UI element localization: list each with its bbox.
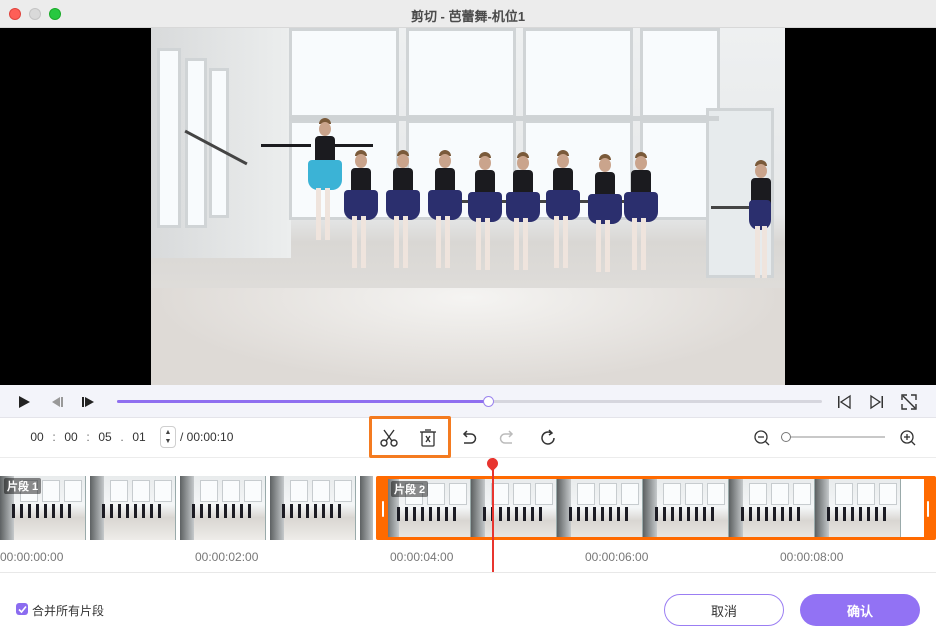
progress-knob[interactable] <box>482 396 494 407</box>
playhead-handle[interactable] <box>484 455 501 472</box>
cancel-button[interactable]: 取消 <box>664 594 784 626</box>
clip-1-label: 片段 1 <box>4 478 42 494</box>
zoom-in-button[interactable] <box>897 427 919 449</box>
progress-slider[interactable] <box>117 396 822 407</box>
timecode-hours[interactable]: 00 <box>27 430 47 444</box>
zoom-slider-knob[interactable] <box>781 432 791 442</box>
redo-button[interactable] <box>497 427 519 449</box>
total-duration: / 00:00:10 <box>180 430 234 444</box>
jump-to-end-button[interactable] <box>868 393 886 411</box>
clip-2-left-handle[interactable] <box>379 479 388 537</box>
step-up-icon[interactable]: ▲ <box>165 428 172 437</box>
ruler-label: 00:00:00:00 <box>0 550 64 564</box>
skip-forward-icon <box>870 394 883 410</box>
zoom-slider[interactable] <box>781 436 885 438</box>
progress-fill <box>117 400 488 403</box>
edit-toolbar: 00 : 00 : 05 . 01 ▲ ▼ / 00:00:10 <box>0 416 936 458</box>
zoom-in-icon <box>900 430 916 446</box>
zoom-out-icon <box>754 430 770 446</box>
refresh-icon <box>541 429 555 445</box>
split-button[interactable] <box>378 427 400 449</box>
play-icon <box>19 396 30 408</box>
merge-clips-checkbox[interactable] <box>16 603 28 615</box>
dialog-footer: 合并所有片段 取消 确认 <box>0 572 936 636</box>
video-frame <box>151 28 785 385</box>
timecode-minutes[interactable]: 00 <box>61 430 81 444</box>
ruler-label: 00:00:08:00 <box>780 550 844 564</box>
video-preview[interactable] <box>0 28 936 385</box>
jump-to-start-button[interactable] <box>835 393 853 411</box>
fullscreen-button[interactable] <box>900 393 918 411</box>
window-title: 剪切 - 芭蕾舞-机位1 <box>410 9 526 24</box>
playback-bar <box>0 385 936 418</box>
next-frame-icon <box>82 397 94 407</box>
check-icon <box>17 605 27 613</box>
timecode-seconds[interactable]: 05 <box>95 430 115 444</box>
ruler-label: 00:00:04:00 <box>390 550 454 564</box>
previous-frame-icon <box>52 397 63 407</box>
skip-back-icon <box>838 394 851 410</box>
confirm-button[interactable]: 确认 <box>800 594 920 626</box>
clip-2-right-handle[interactable] <box>924 479 933 537</box>
clip-2[interactable]: 片段 2 <box>376 476 936 540</box>
ruler-label: 00:00:06:00 <box>585 550 649 564</box>
next-frame-button[interactable] <box>80 393 98 411</box>
play-button[interactable] <box>15 393 33 411</box>
reset-button[interactable] <box>537 427 559 449</box>
timeline[interactable]: 片段 1 片段 2 00:00:00:00 00:00:02:00 00:00:… <box>0 455 936 572</box>
previous-frame-button[interactable] <box>47 393 65 411</box>
scissors-icon <box>380 429 398 447</box>
zoom-out-button[interactable] <box>751 427 773 449</box>
clip-2-label: 片段 2 <box>391 481 429 497</box>
delete-clip-button[interactable] <box>417 427 439 449</box>
timecode-frames[interactable]: 01 <box>129 430 149 444</box>
clip-1[interactable]: 片段 1 <box>0 476 373 540</box>
undo-button[interactable] <box>457 427 479 449</box>
merge-clips-label[interactable]: 合并所有片段 <box>32 602 104 619</box>
undo-icon <box>462 430 477 444</box>
step-down-icon[interactable]: ▼ <box>165 437 172 446</box>
playhead[interactable] <box>492 458 494 572</box>
timecode-stepper[interactable]: ▲ ▼ <box>160 426 176 448</box>
ruler-label: 00:00:02:00 <box>195 550 259 564</box>
delete-clip-icon <box>420 429 436 447</box>
fullscreen-icon <box>901 394 917 410</box>
redo-icon <box>499 430 514 444</box>
title-bar: 剪切 - 芭蕾舞-机位1 <box>0 0 936 28</box>
timecode-input[interactable]: 00 : 00 : 05 . 01 <box>27 430 149 444</box>
